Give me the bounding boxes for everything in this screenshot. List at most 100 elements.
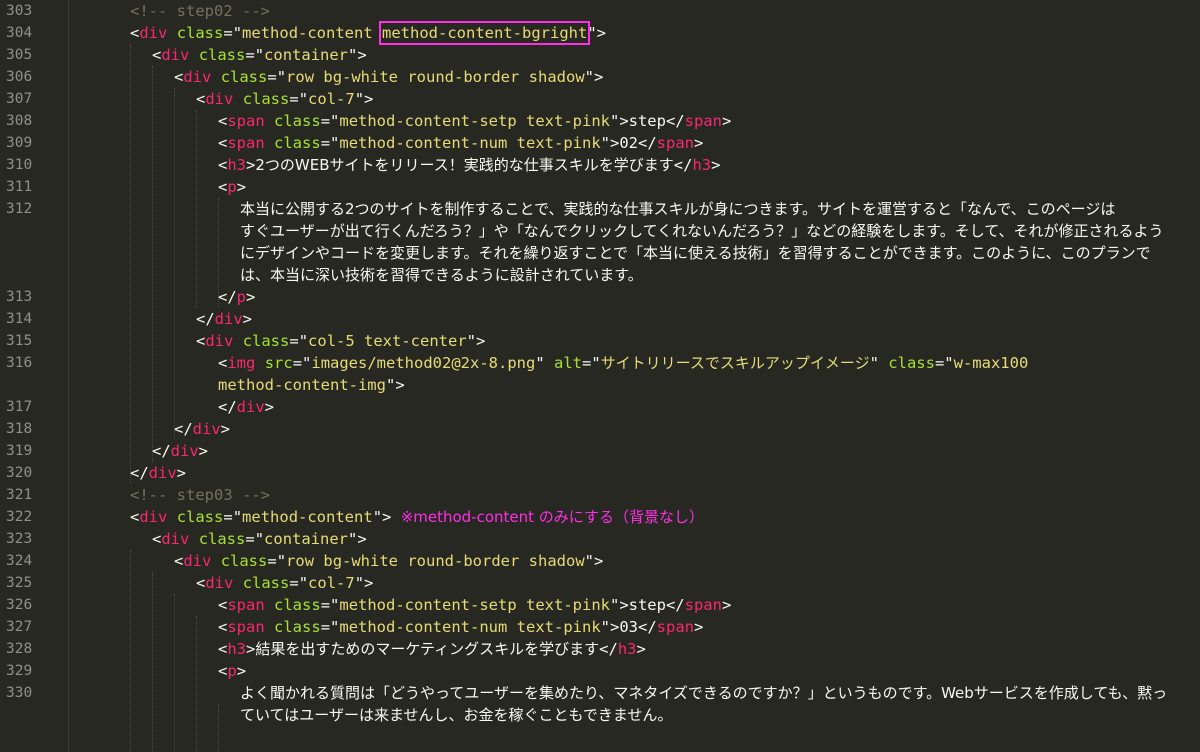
tag-name: h3 [617, 640, 637, 658]
line-number: 309 [6, 135, 33, 151]
tag-name: p [227, 178, 237, 196]
line-number: 324 [6, 553, 33, 569]
heading-text: 2つのWEBサイトをリリース！実践的な仕事スキルを学びます [255, 156, 674, 174]
tag-name: div [148, 464, 177, 482]
line-number: 310 [6, 157, 33, 173]
html-comment: <!-- step03 --> [130, 486, 270, 504]
tag-name: h3 [692, 156, 712, 174]
paragraph-line: 本当に公開する2つのサイトを制作することで、実践的な仕事スキルが身につきます。サ… [240, 200, 1116, 218]
line-number: 308 [6, 113, 33, 129]
attr-value: container [264, 530, 349, 548]
tag-name: h3 [227, 156, 247, 174]
attr-name: src [264, 354, 293, 372]
attr-value: w-max100 [953, 354, 1029, 372]
tag-name: div [205, 332, 234, 350]
paragraph-line: ていてはユーザーは来ませんし、お金を稼ぐこともできません。 [240, 706, 673, 724]
paragraph-line: よく聞かれる質問は「どうやってユーザーを集めたり、マネタイズできるのですか？」と… [240, 684, 1168, 702]
line-number: 311 [6, 179, 33, 195]
paragraph-line: すぐユーザーが出て行くんだろう？」や「なんでクリックしてくれないんだろう？」など… [240, 222, 1164, 240]
tag-name: div [170, 442, 199, 460]
attr-name: class [198, 46, 246, 64]
attr-value: row bg-white round-border shadow [286, 552, 585, 570]
line-number: 323 [6, 531, 33, 547]
attr-name: class [220, 68, 268, 86]
tag-name: span [656, 134, 694, 152]
attr-name: class [274, 596, 321, 614]
line-number: 313 [6, 289, 33, 305]
line-number: 325 [6, 575, 33, 591]
attr-value: col-7 [308, 90, 355, 108]
attr-name: class [176, 508, 224, 526]
heading-text: 結果を出すためのマーケティングスキルを学びます [255, 640, 600, 658]
line-number: 305 [6, 47, 33, 63]
attr-value: method-content-num text-pink [339, 134, 601, 152]
paragraph-line: は、本当に深い技術を習得できるように設計されています。 [240, 266, 643, 284]
line-number: 319 [6, 443, 33, 459]
attr-value: method-content-img [218, 376, 386, 394]
attr-name: class [242, 574, 290, 592]
tag-name: div [139, 24, 168, 42]
line-number: 328 [6, 641, 33, 657]
tag-name: h3 [227, 640, 247, 658]
line-number: 316 [6, 355, 33, 371]
attr-name: class [274, 112, 321, 130]
tag-name: div [214, 310, 243, 328]
line-number: 312 [6, 201, 33, 217]
attr-name: class [888, 354, 935, 372]
line-number: 327 [6, 619, 33, 635]
tag-name: div [236, 398, 265, 416]
attr-value: サイトリリースでスキルアップイメージ [600, 354, 870, 372]
attr-value: method-content [242, 24, 383, 42]
attr-name: class [242, 90, 290, 108]
code-area[interactable]: 303 <!-- step02 --> 304 <div class="meth… [0, 0, 1200, 752]
line-number: 317 [6, 399, 33, 415]
tag-name: div [205, 574, 234, 592]
tag-name: div [183, 68, 212, 86]
line-number: 304 [6, 25, 33, 41]
attr-value: container [264, 46, 349, 64]
attr-name: class [242, 332, 290, 350]
tag-name: div [183, 552, 212, 570]
code-editor[interactable]: 303 <!-- step02 --> 304 <div class="meth… [0, 0, 1200, 752]
attr-value: method-content-setp text-pink [339, 596, 610, 614]
attr-name: class [274, 134, 321, 152]
tag-name: span [227, 618, 265, 636]
attr-value: method-content-setp text-pink [339, 112, 610, 130]
attr-value: method-content-num text-pink [339, 618, 601, 636]
attr-value: row bg-white round-border shadow [286, 68, 585, 86]
html-comment: <!-- step02 --> [130, 2, 270, 20]
highlighted-class-box: method-content-bgright [379, 21, 591, 45]
tag-name: div [192, 420, 221, 438]
tag-name: span [227, 134, 265, 152]
line-number: 303 [6, 3, 33, 19]
attr-value: col-5 text-center [308, 332, 467, 350]
tag-name: p [227, 662, 237, 680]
attr-value: method-content [242, 508, 373, 526]
tag-name: div [161, 46, 190, 64]
tag-name: span [656, 618, 694, 636]
attr-name: class [176, 24, 224, 42]
line-number: 322 [6, 509, 33, 525]
tag-name: div [139, 508, 168, 526]
tag-name: span [684, 596, 722, 614]
attr-name: alt [554, 354, 582, 372]
paragraph-line: にデザインやコードを変更します。それを繰り返すことで「本当に使える技術」を習得す… [240, 244, 1151, 262]
tag-name: span [227, 112, 265, 130]
tag-name: div [205, 90, 234, 108]
tag-name: p [236, 288, 247, 306]
line-number: 326 [6, 597, 33, 613]
attr-name: class [274, 618, 321, 636]
tag-name: span [684, 112, 722, 130]
attr-value: images/method02@2x-8.png [311, 354, 536, 372]
attr-name: class [220, 552, 268, 570]
line-number: 315 [6, 333, 33, 349]
line-number: 330 [6, 685, 33, 701]
line-number: 314 [6, 311, 33, 327]
line-number: 318 [6, 421, 33, 437]
line-number: 320 [6, 465, 33, 481]
line-number: 321 [6, 487, 33, 503]
tag-name: span [227, 596, 265, 614]
annotation-note: ※method-content のみにする（背景なし） [400, 508, 704, 526]
tag-name: div [161, 530, 190, 548]
line-number: 307 [6, 91, 33, 107]
